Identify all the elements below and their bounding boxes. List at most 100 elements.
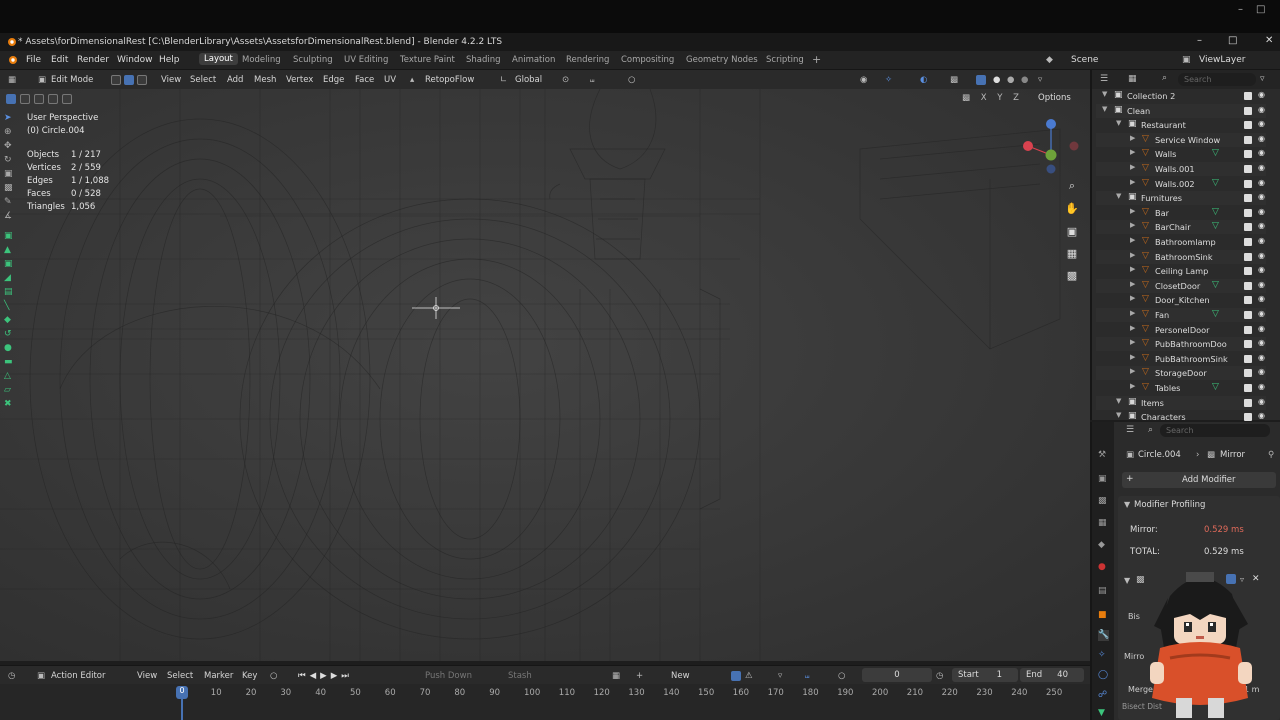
outliner-object-row[interactable]: ▶ ▽ PubBathroomSink ◉ <box>1096 352 1266 366</box>
object-tab-icon[interactable]: ■ <box>1098 610 1109 621</box>
select-intersect-icon[interactable] <box>48 94 58 104</box>
material-shading-icon[interactable]: ● <box>1007 75 1014 85</box>
tweak-tool-icon[interactable]: ➤ <box>4 113 12 123</box>
outliner-object-row[interactable]: ▶ ▽ PersonelDoor ◉ <box>1096 323 1266 337</box>
exclude-checkbox[interactable] <box>1244 135 1252 144</box>
gizmo-toggle-icon[interactable]: ✧ <box>885 75 892 85</box>
eye-visibility-icon[interactable]: ◉ <box>1258 90 1265 99</box>
visibility-icon[interactable]: ◉ <box>860 75 867 85</box>
expand-chevron-icon[interactable]: ▼ <box>1116 119 1121 127</box>
tab-layout[interactable]: Layout <box>199 53 238 65</box>
bevel-tool-icon[interactable]: ◢ <box>4 273 11 283</box>
maximize-icon[interactable]: □ <box>1256 4 1265 15</box>
outliner-object-row[interactable]: ▶ ▽ Door_Kitchen ◉ <box>1096 293 1266 307</box>
exclude-checkbox[interactable] <box>1244 208 1252 217</box>
mirror-collapse-icon[interactable]: ▼ <box>1124 576 1130 585</box>
zoom-icon[interactable]: ⌕ <box>1064 179 1080 195</box>
exclude-checkbox[interactable] <box>1244 281 1252 290</box>
outliner-collection-row[interactable]: ▼ ▣ Collection 2 ◉ <box>1096 89 1266 103</box>
edge-slide-tool-icon[interactable]: ▬ <box>4 357 13 367</box>
eye-visibility-icon[interactable]: ◉ <box>1258 163 1265 172</box>
outliner-collection-row[interactable]: ▼ ▣ Furnitures ◉ <box>1096 191 1266 206</box>
action-editor-selector[interactable]: Action Editor <box>51 671 105 681</box>
expand-chevron-icon[interactable]: ▼ <box>1116 397 1121 405</box>
view-layer-selector[interactable]: ViewLayer <box>1199 55 1245 65</box>
timeline-menu-view[interactable]: View <box>137 671 157 681</box>
outliner-object-row[interactable]: ▶ ▽ Walls ▽ ◉ <box>1096 147 1266 161</box>
menu-mesh[interactable]: Mesh <box>254 75 276 85</box>
measure-tool-icon[interactable]: ∡ <box>4 211 12 221</box>
playhead-frame[interactable]: 0 <box>176 686 188 699</box>
tab-shading[interactable]: Shading <box>466 55 501 65</box>
orientation-selector[interactable]: Global <box>515 75 542 85</box>
expand-chevron-icon[interactable]: ▶ <box>1130 367 1135 375</box>
rip-tool-icon[interactable]: ✖ <box>4 399 12 409</box>
eye-visibility-icon[interactable]: ◉ <box>1258 353 1265 362</box>
loop-cut-tool-icon[interactable]: ▤ <box>4 287 13 297</box>
smooth-tool-icon[interactable]: ● <box>4 343 12 353</box>
eye-visibility-icon[interactable]: ◉ <box>1258 397 1265 406</box>
record-icon[interactable]: ○ <box>270 671 277 681</box>
exclude-checkbox[interactable] <box>1244 340 1252 349</box>
expand-chevron-icon[interactable]: ▼ <box>1102 105 1107 113</box>
menu-help[interactable]: Help <box>159 55 180 65</box>
outliner-object-row[interactable]: ▶ ▽ Service Window ◉ <box>1096 132 1266 147</box>
eye-visibility-icon[interactable]: ◉ <box>1258 178 1265 187</box>
axis-z-toggle[interactable]: Z <box>1013 93 1019 103</box>
exclude-checkbox[interactable] <box>1244 354 1252 363</box>
eye-visibility-icon[interactable]: ◉ <box>1258 265 1265 274</box>
eye-visibility-icon[interactable]: ◉ <box>1258 280 1265 289</box>
eye-visibility-icon[interactable]: ◉ <box>1258 367 1265 376</box>
retopoflow-menu[interactable]: RetopoFlow <box>425 75 474 85</box>
3d-viewport[interactable]: ➤ ⊕ ✥ ↻ ▣ ▩ ✎ ∡ ▣ ▲ ▣ ◢ ▤ ╲ ◆ ↺ ● ▬ △ ▱ … <box>0 89 1090 661</box>
solid-shading-icon[interactable]: ● <box>993 75 1000 85</box>
tab-sculpting[interactable]: Sculpting <box>293 55 333 65</box>
outliner-object-row[interactable]: ▶ ▽ Bar ▽ ◉ <box>1096 206 1266 220</box>
particles-tab-icon[interactable]: ✧ <box>1098 650 1109 661</box>
outliner-object-row[interactable]: ▶ ▽ Ceiling Lamp ◉ <box>1096 264 1266 278</box>
face-select-icon[interactable] <box>137 75 147 85</box>
camera-view-icon[interactable]: ▣ <box>1064 225 1080 241</box>
snap-icon[interactable]: ⧢ <box>590 75 594 85</box>
profiling-collapse-icon[interactable]: ▼ <box>1124 500 1130 509</box>
menu-add[interactable]: Add <box>227 75 243 85</box>
tab-modeling[interactable]: Modeling <box>242 55 281 65</box>
tab-rendering[interactable]: Rendering <box>566 55 609 65</box>
outliner-object-row[interactable]: ▶ ▽ Tables ▽ ◉ <box>1096 381 1266 395</box>
action-browse-icon[interactable]: ▦ <box>612 671 620 681</box>
editor-type-icon[interactable]: ▦ <box>8 75 16 85</box>
outliner-object-row[interactable]: ▶ ▽ BathroomSink ◉ <box>1096 249 1266 264</box>
select-extend-icon[interactable] <box>20 94 30 104</box>
preview-range-icon[interactable]: ◷ <box>936 671 943 681</box>
properties-search-input[interactable]: Search <box>1160 424 1270 437</box>
tab-uv-editing[interactable]: UV Editing <box>344 55 388 65</box>
menu-edit[interactable]: Edit <box>51 55 68 65</box>
local-view-icon[interactable]: ▩ <box>1064 269 1080 285</box>
outliner-object-row[interactable]: ▶ ▽ Walls.001 ◉ <box>1096 162 1266 176</box>
new-action-button[interactable]: New <box>671 671 690 681</box>
expand-chevron-icon[interactable]: ▶ <box>1130 221 1135 229</box>
exclude-checkbox[interactable] <box>1244 92 1252 100</box>
eye-visibility-icon[interactable]: ◉ <box>1258 236 1265 245</box>
extrude-tool-icon[interactable]: ▲ <box>4 245 11 255</box>
vertex-select-icon[interactable] <box>111 75 121 85</box>
eye-visibility-icon[interactable]: ◉ <box>1258 309 1265 318</box>
filter-icon[interactable]: ▿ <box>778 671 782 681</box>
outliner-editor-icon[interactable]: ☰ <box>1100 74 1108 84</box>
scene-selector[interactable]: Scene <box>1071 55 1098 65</box>
exclude-checkbox[interactable] <box>1244 179 1252 188</box>
blender-menu-icon[interactable] <box>6 54 18 66</box>
window-close-icon[interactable]: ✕ <box>1265 35 1273 46</box>
constraints-tab-icon[interactable]: ☍ <box>1098 690 1109 701</box>
eye-visibility-icon[interactable]: ◉ <box>1258 294 1265 303</box>
outliner-search-input[interactable]: Search <box>1178 73 1256 86</box>
start-frame-field[interactable]: Start 1 <box>952 668 1018 682</box>
eye-visibility-icon[interactable]: ◉ <box>1258 338 1265 347</box>
cursor-tool-icon[interactable]: ⊕ <box>4 127 12 137</box>
expand-chevron-icon[interactable]: ▶ <box>1130 382 1135 390</box>
expand-chevron-icon[interactable]: ▶ <box>1130 309 1135 317</box>
exclude-checkbox[interactable] <box>1244 223 1252 232</box>
outliner-filter-icon[interactable]: ▿ <box>1260 74 1265 84</box>
scale-tool-icon[interactable]: ▣ <box>4 169 13 179</box>
exclude-checkbox[interactable] <box>1244 398 1252 407</box>
